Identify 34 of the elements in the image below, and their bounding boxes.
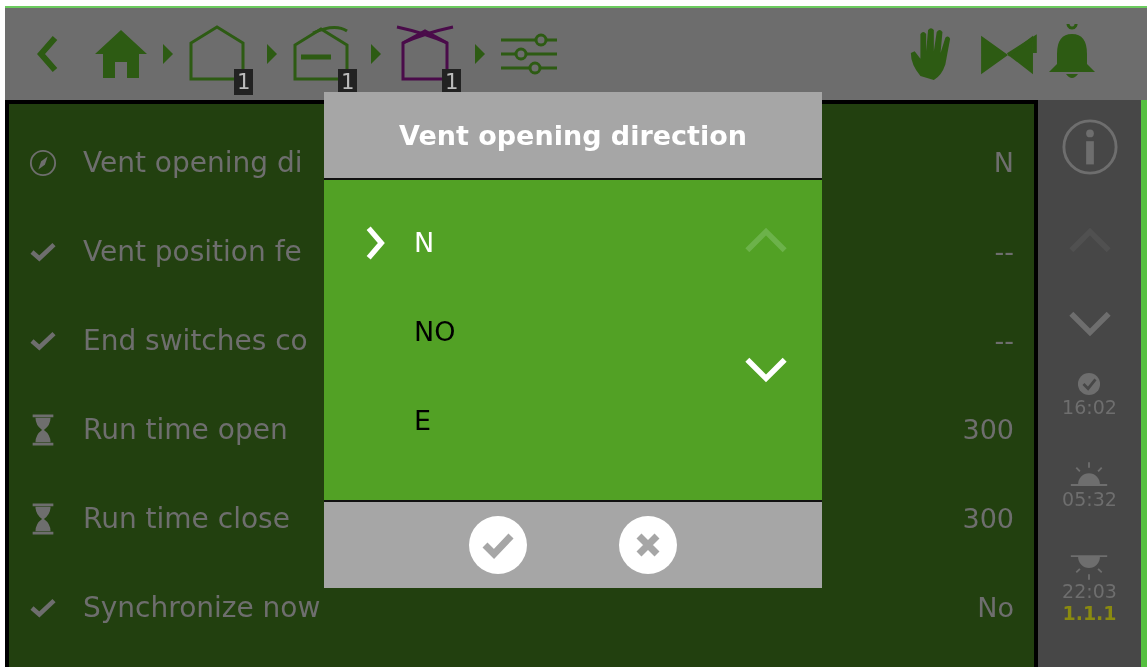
- cancel-button[interactable]: [619, 516, 677, 574]
- setting-label[interactable]: Run time open: [83, 413, 288, 446]
- info-icon[interactable]: [1060, 118, 1119, 176]
- dialog-title: Vent opening direction: [324, 92, 822, 180]
- setting-label[interactable]: Run time close: [83, 502, 290, 535]
- setting-label[interactable]: End switches co: [83, 324, 308, 357]
- setting-value: 300: [962, 414, 1014, 445]
- sunrise-icon: [1069, 462, 1110, 488]
- settings-icon[interactable]: [499, 32, 559, 76]
- check-icon: [29, 329, 57, 352]
- setting-label[interactable]: Vent opening di: [83, 146, 303, 179]
- arrow-icon: [475, 44, 485, 64]
- setting-value: N: [993, 147, 1014, 178]
- setting-value: 300: [962, 503, 1014, 534]
- option-item[interactable]: N: [414, 227, 435, 258]
- home-icon[interactable]: [93, 28, 149, 80]
- sunset-icon: [1069, 554, 1110, 580]
- setting-label[interactable]: Synchronize now: [83, 591, 321, 624]
- version-label: 1.1.1: [1062, 602, 1117, 624]
- option-item[interactable]: NO: [414, 316, 456, 347]
- setting-value: --: [994, 236, 1014, 267]
- confirm-button[interactable]: [469, 516, 527, 574]
- back-icon[interactable]: [35, 34, 59, 74]
- check-icon: [29, 240, 57, 263]
- arrow-icon: [163, 44, 173, 64]
- setting-value: No: [977, 592, 1014, 623]
- setting-label[interactable]: Vent position fe: [83, 235, 302, 268]
- setting-value: --: [994, 325, 1014, 356]
- option-item[interactable]: E: [414, 405, 432, 436]
- check-icon: [29, 596, 57, 619]
- compass-icon: [29, 148, 57, 177]
- arrow-icon: [371, 44, 381, 64]
- arrow-icon: [267, 44, 277, 64]
- clock-icon: [1077, 372, 1102, 396]
